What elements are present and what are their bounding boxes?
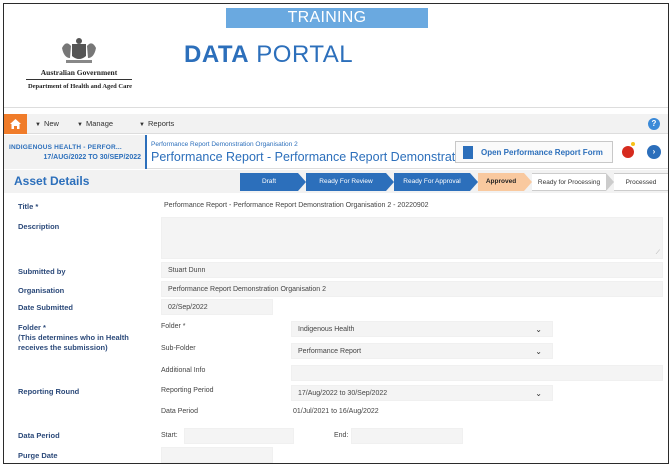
organisation-label: Organisation: [18, 286, 65, 295]
nav-bar: ▼ New ▼ Manage ▼ Reports ?: [4, 114, 668, 134]
record-program: Indigenous Health - Perfor...: [9, 144, 122, 151]
subfolder-select[interactable]: Performance Report ⌄: [291, 343, 553, 359]
menu-new[interactable]: ▼ New: [35, 114, 59, 134]
resize-handle-icon[interactable]: ⟋: [656, 250, 660, 257]
stage-approved[interactable]: Approved: [478, 173, 524, 191]
date-submitted-field: 02/Sep/2022: [161, 299, 273, 315]
caret-down-icon: ▼: [139, 122, 145, 128]
date-submitted-label: Date Submitted: [18, 303, 74, 312]
stage-chevron: [470, 173, 478, 191]
start-date-field[interactable]: [184, 428, 294, 444]
stage-ready-for-approval[interactable]: Ready For Approval: [394, 173, 470, 191]
app-window: TRAINING ENVIRONMENT Australian Governme…: [3, 3, 669, 464]
folder-sub-label: Folder *: [161, 323, 186, 330]
stage-ready-for-review[interactable]: Ready For Review: [306, 173, 386, 191]
stage-chevron: [524, 173, 532, 191]
record-dates: 17/Aug/2022 to 30/Sep/2022: [43, 154, 141, 161]
government-name: Australian Government: [40, 68, 118, 77]
caret-down-icon: ▼: [77, 122, 83, 128]
submitted-by-label: Submitted by: [18, 267, 66, 276]
title-label: Title *: [18, 202, 39, 211]
additional-info-label: Additional Info: [161, 367, 206, 374]
data-period-sub-label: Data Period: [161, 408, 198, 415]
coat-of-arms-icon: [62, 38, 96, 63]
folder-hint-2: receives the submission): [18, 343, 108, 352]
description-field[interactable]: ⟋: [161, 217, 663, 259]
organisation-field: Performance Report Demonstration Organis…: [161, 281, 663, 297]
asset-details-header: Asset Details Draft Ready For Review Rea…: [4, 170, 668, 193]
caret-down-icon: ▼: [35, 122, 41, 128]
bomb-icon[interactable]: [622, 146, 634, 158]
stage-ready-for-processing[interactable]: Ready for Processing: [532, 173, 606, 191]
home-icon: [10, 119, 21, 129]
section-title: Asset Details: [14, 174, 90, 188]
purge-date-label: Purge Date: [18, 451, 58, 460]
spark-icon: [631, 142, 635, 146]
reporting-period-select[interactable]: 17/Aug/2022 to 30/Sep/2022 ⌄: [291, 385, 553, 401]
training-banner: TRAINING ENVIRONMENT: [226, 8, 428, 46]
subfolder-label: Sub-Folder: [161, 345, 196, 352]
stage-draft[interactable]: Draft: [240, 173, 298, 191]
folder-label: Folder *: [18, 323, 46, 332]
record-organisation: Performance Report Demonstration Organis…: [151, 141, 298, 148]
description-label: Description: [18, 222, 60, 231]
additional-info-field[interactable]: [291, 365, 663, 381]
reporting-period-label: Reporting Period: [161, 387, 214, 394]
submitted-by-field: Stuart Dunn: [161, 262, 663, 278]
end-label: End:: [334, 432, 349, 439]
data-period-label: Data Period: [18, 431, 60, 440]
divider: [26, 79, 132, 80]
folder-select[interactable]: Indigenous Health ⌄: [291, 321, 553, 337]
menu-reports[interactable]: ▼ Reports: [139, 114, 174, 134]
purge-date-field[interactable]: [161, 447, 273, 463]
stage-chevron: [386, 173, 394, 191]
stage-processed[interactable]: Processed: [614, 173, 668, 191]
chevron-down-icon: ⌄: [535, 389, 542, 398]
start-label: Start:: [161, 432, 178, 439]
stage-chevron: [298, 173, 306, 191]
help-icon[interactable]: ?: [648, 118, 660, 130]
record-summary[interactable]: Indigenous Health - Perfor... 17/Aug/202…: [4, 135, 147, 169]
open-performance-report-form-button[interactable]: Open Performance Report Form: [455, 141, 613, 163]
reporting-round-label: Reporting Round: [18, 387, 80, 396]
menu-manage[interactable]: ▼ Manage: [77, 114, 113, 134]
chevron-down-icon: ⌄: [535, 347, 542, 356]
record-title: Performance Report - Performance Report …: [151, 150, 469, 164]
stage-chevron: [606, 173, 614, 191]
department-name: Department of Health and Aged Care: [27, 83, 133, 90]
data-portal-logo: DATA PORTAL: [184, 41, 354, 68]
home-button[interactable]: [4, 114, 27, 134]
data-period-value: 01/Jul/2021 to 16/Aug/2022: [293, 408, 379, 415]
document-icon: [463, 146, 473, 159]
header: TRAINING ENVIRONMENT Australian Governme…: [4, 4, 668, 108]
folder-hint-1: (This determines who in Health: [18, 333, 129, 342]
record-bar: Indigenous Health - Perfor... 17/Aug/202…: [4, 135, 668, 169]
next-arrow-icon[interactable]: ›: [647, 145, 661, 159]
chevron-down-icon: ⌄: [535, 325, 542, 334]
end-date-field[interactable]: [351, 428, 463, 444]
title-value: Performance Report - Performance Report …: [164, 202, 429, 209]
